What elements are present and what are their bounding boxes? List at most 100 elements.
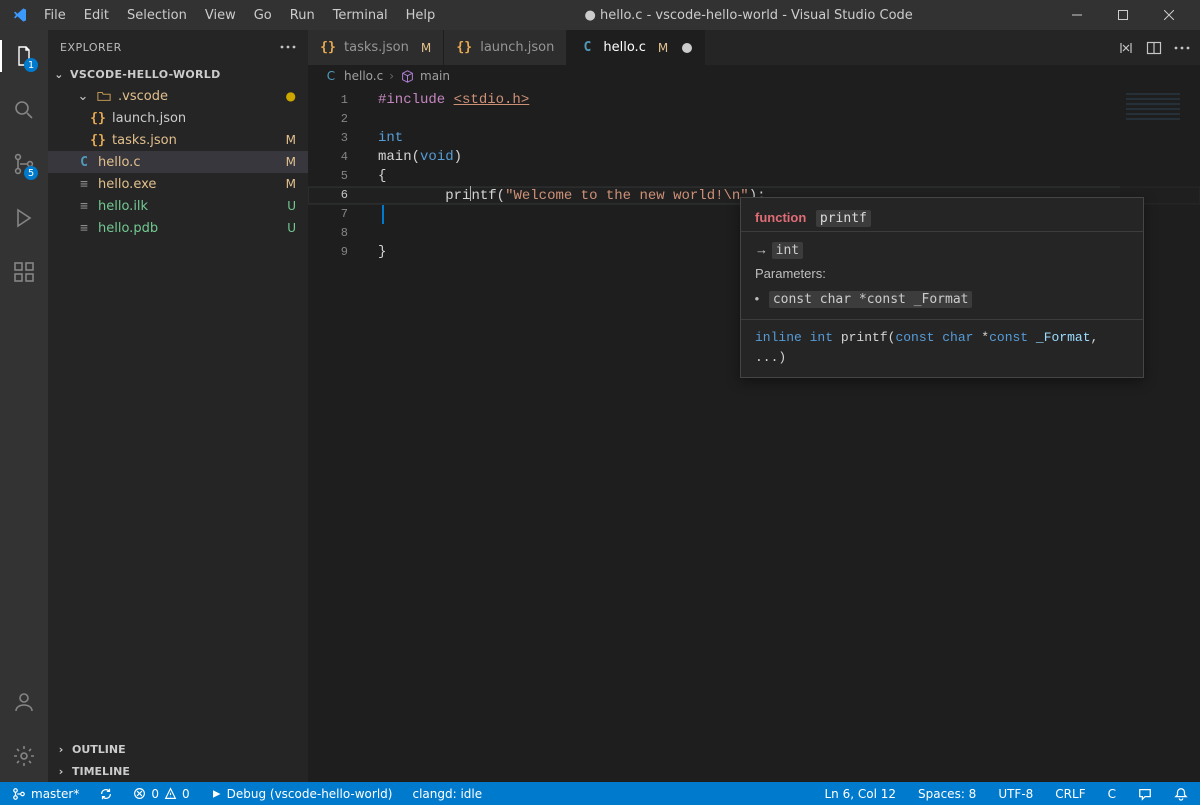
menu-view[interactable]: View [197,3,244,28]
scm-status-badge: U [287,199,300,213]
status-bar: master* 0 0 Debug (vscode-hello-world) c… [0,782,1200,805]
scm-status-badge: M [286,133,300,147]
c-icon: C [579,40,595,55]
status-notifications-icon[interactable] [1170,782,1192,805]
return-arrow-icon: → [755,242,768,257]
status-eol[interactable]: CRLF [1051,782,1089,805]
folder-name: VSCODE-HELLO-WORLD [70,68,221,81]
file-tree-item[interactable]: ≡ hello.ilk U [48,195,308,217]
file-tree-item[interactable]: ≡hello.exeM [48,173,308,195]
activity-extensions[interactable] [0,252,48,292]
status-sync[interactable] [95,782,117,805]
tab-bar: {}tasks.jsonM{}launch.json Chello.c M [308,30,1200,65]
outline-label: OUTLINE [72,743,126,756]
activity-bar: 1 5 [0,30,48,782]
file-label: .vscode [118,89,168,104]
workbench: 1 5 EXPLORE [0,30,1200,782]
menu-run[interactable]: Run [282,3,323,28]
editor-more-icon[interactable] [1174,46,1190,50]
tab-label: hello.c [603,40,645,55]
menu-file[interactable]: File [36,3,74,28]
activity-settings[interactable] [0,736,48,776]
hover-tooltip: function printf → int Parameters: const … [740,197,1144,378]
maximize-button[interactable] [1100,0,1146,30]
activity-run-debug[interactable] [0,198,48,238]
sidebar-header: EXPLORER [48,30,308,64]
activity-search[interactable] [0,90,48,130]
window-title: ● hello.c - vscode-hello-world - Visual … [443,8,1054,23]
close-button[interactable] [1146,0,1192,30]
file-tree-item[interactable]: {}tasks.jsonM [48,129,308,151]
bin-icon: ≡ [76,177,92,192]
file-label: hello.c [98,155,140,170]
status-debug[interactable]: Debug (vscode-hello-world) [206,782,397,805]
activity-source-control[interactable]: 5 [0,144,48,184]
menu-terminal[interactable]: Terminal [325,3,396,28]
compare-icon[interactable] [1118,40,1134,56]
menu-go[interactable]: Go [246,3,280,28]
scm-status-badge: ● [286,89,300,103]
chevron-right-icon: › [54,743,68,756]
file-tree: ⌄.vscode●{}launch.json{}tasks.jsonMChell… [48,85,308,243]
menu-edit[interactable]: Edit [76,3,117,28]
breadcrumb[interactable]: C hello.c › main [308,65,1200,87]
file-tree-item[interactable]: {}launch.json [48,107,308,129]
file-tree-item[interactable]: ⌄ .vscode ● [48,85,308,107]
status-feedback-icon[interactable] [1134,782,1156,805]
editor-tab[interactable]: {}launch.json [444,30,567,65]
chevron-down-icon: ⌄ [52,68,66,81]
file-label: hello.ilk [98,199,148,214]
activity-explorer[interactable]: 1 [0,36,48,76]
status-cursor-position[interactable]: Ln 6, Col 12 [820,782,900,805]
editor-tab[interactable]: Chello.c M [567,30,705,65]
bin-icon: ≡ [76,199,92,214]
editor-tab[interactable]: {}tasks.jsonM [308,30,444,65]
sidebar-title: EXPLORER [60,41,122,54]
dirty-indicator-icon [682,43,692,53]
status-indentation[interactable]: Spaces: 8 [914,782,980,805]
file-tree-item[interactable]: ≡hello.pdbU [48,217,308,239]
outline-section[interactable]: › OUTLINE [48,738,308,760]
folder-open-icon [96,89,112,103]
split-editor-icon[interactable] [1146,40,1162,56]
status-language[interactable]: C [1104,782,1120,805]
status-lsp[interactable]: clangd: idle [408,782,486,805]
sidebar-more-icon[interactable] [280,45,296,49]
file-label: launch.json [112,111,186,126]
tab-label: launch.json [480,40,554,55]
scm-status-badge: U [287,221,300,235]
chevron-right-icon: › [54,765,68,778]
editor-actions [1108,30,1200,65]
timeline-label: TIMELINE [72,765,130,778]
file-label: tasks.json [112,133,177,148]
code-editor[interactable]: 123456789 #include <stdio.h>intmain(void… [308,87,1200,782]
hover-return-type: int [772,242,803,259]
timeline-section[interactable]: › TIMELINE [48,760,308,782]
dirty-dot-icon: ● [585,8,596,23]
file-tree-item[interactable]: Chello.c M [48,151,308,173]
activity-accounts[interactable] [0,682,48,722]
tab-scm-badge: M [421,41,431,55]
scm-badge: 5 [24,166,38,180]
status-encoding[interactable]: UTF-8 [994,782,1037,805]
bin-icon: ≡ [76,221,92,236]
tab-scm-badge: M [658,41,668,55]
menu-selection[interactable]: Selection [119,3,195,28]
c-icon: C [76,155,92,170]
status-problems[interactable]: 0 0 [129,782,193,805]
breadcrumb-symbol: main [420,69,450,83]
scm-status-badge: M [286,155,300,169]
menu-help[interactable]: Help [398,3,444,28]
hover-signature: inline int printf(const char *const _For… [741,319,1143,377]
symbol-function-icon [400,70,414,83]
hover-parameters-label: Parameters: [741,262,1143,290]
hover-kind: function [755,210,806,225]
file-label: hello.exe [98,177,156,192]
chevron-down-icon: ⌄ [76,89,90,104]
folder-section[interactable]: ⌄ VSCODE-HELLO-WORLD [48,64,308,85]
status-branch[interactable]: master* [8,782,83,805]
hover-function-name: printf [816,210,871,227]
minimize-button[interactable] [1054,0,1100,30]
sidebar-explorer: EXPLORER ⌄ VSCODE-HELLO-WORLD ⌄ .vscode ● {… [48,30,308,782]
titlebar: FileEditSelectionViewGoRunTerminalHelp ●… [0,0,1200,30]
